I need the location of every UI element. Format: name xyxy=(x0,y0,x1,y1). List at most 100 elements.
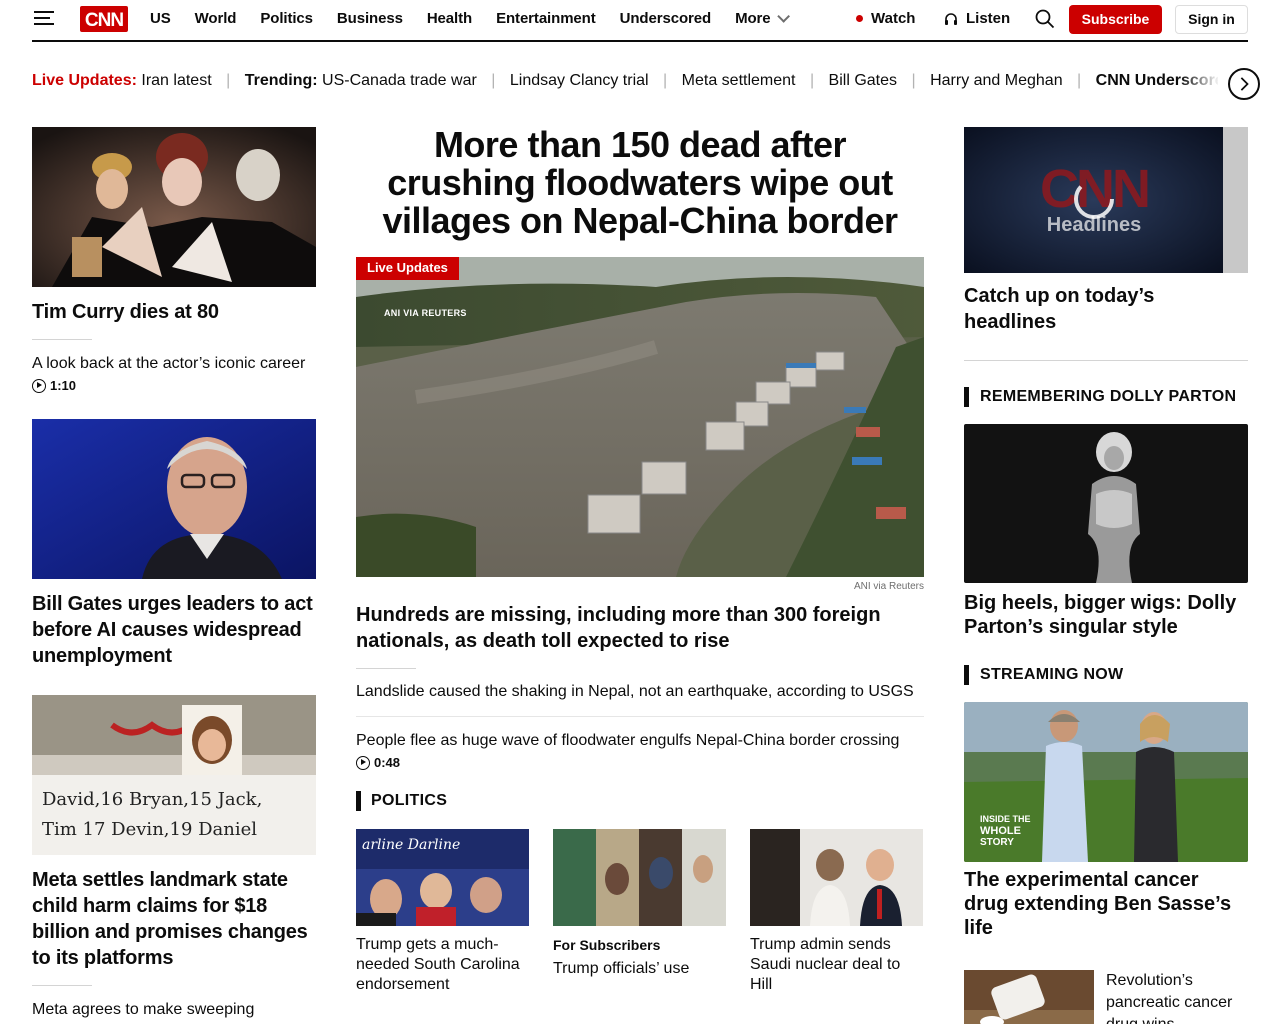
headphones-icon xyxy=(945,12,957,25)
play-icon xyxy=(356,755,370,770)
politics-card[interactable]: Trump admin sends Saudi nuclear deal to … xyxy=(750,829,923,995)
nav-item-politics[interactable]: Politics xyxy=(260,10,313,27)
image-credit-overlay: ANI VIA REUTERS xyxy=(384,308,467,318)
ticker-separator: | xyxy=(226,72,231,89)
section-label: STREAMING NOW xyxy=(980,666,1124,683)
ticker-separator: | xyxy=(1077,72,1082,89)
ticker-item[interactable]: Bill Gates xyxy=(829,72,897,89)
ticker-item[interactable]: Lindsay Clancy trial xyxy=(510,72,649,89)
section-label: REMEMBERING DOLLY PARTON xyxy=(980,388,1237,405)
bill-gates-headline[interactable]: Bill Gates urges leaders to act before A… xyxy=(32,591,316,669)
politics-section-title[interactable]: POLITICS xyxy=(356,791,924,811)
left-column: Tim Curry dies at 80 A look back at the … xyxy=(32,127,316,1021)
tim-curry-related[interactable]: A look back at the actor’s iconic career xyxy=(32,353,316,375)
politics-card[interactable]: For Subscribers Trump officials’ use xyxy=(553,829,726,995)
subscriber-kicker: For Subscribers xyxy=(553,937,661,953)
tim-curry-image[interactable] xyxy=(32,127,316,287)
politics-card-title[interactable]: Trump admin sends Saudi nuclear deal to … xyxy=(750,935,923,995)
nav-more-button[interactable]: More xyxy=(735,10,790,27)
nav-more-label: More xyxy=(735,10,771,27)
listen-link[interactable]: Listen xyxy=(944,10,1010,27)
politics-card-title[interactable]: Trump officials’ use xyxy=(553,959,726,979)
menu-icon[interactable] xyxy=(34,11,54,27)
ticker-separator: | xyxy=(911,72,916,89)
main-nav: US World Politics Business Health Entert… xyxy=(150,10,790,27)
ticker-separator: | xyxy=(809,72,815,89)
ticker-separator: | xyxy=(663,72,668,89)
meta-related[interactable]: Meta agrees to make sweeping xyxy=(32,999,316,1021)
section-bar xyxy=(356,791,361,811)
play-icon xyxy=(32,378,46,393)
duration-label: 0:48 xyxy=(374,755,401,770)
divider xyxy=(32,985,92,986)
center-column: More than 150 dead after crushing floodw… xyxy=(356,120,924,995)
duration-label: 1:10 xyxy=(50,378,77,393)
watch-label: Watch xyxy=(871,10,916,27)
politics-card-title[interactable]: Trump gets a much-needed South Carolina … xyxy=(356,935,529,995)
dolly-headline[interactable]: Big heels, bigger wigs: Dolly Parton’s s… xyxy=(964,591,1248,639)
divider xyxy=(356,668,416,669)
nav-item-world[interactable]: World xyxy=(195,10,237,27)
section-label: POLITICS xyxy=(371,792,448,809)
live-dot-icon xyxy=(856,15,863,22)
meta-headline[interactable]: Meta settles landmark state child harm c… xyxy=(32,867,316,971)
svg-text:STORY: STORY xyxy=(980,837,1014,848)
sign-in-button[interactable]: Sign in xyxy=(1175,5,1248,34)
video-duration: 0:48 xyxy=(356,755,924,770)
live-updates-label: Live Updates: xyxy=(32,72,137,89)
ben-sasse-headline[interactable]: The experimental cancer drug extending B… xyxy=(964,868,1248,940)
search-icon[interactable] xyxy=(1035,9,1055,29)
nepal-flood-image[interactable]: Live Updates ANI VIA REUTERS xyxy=(356,257,924,577)
svg-text:CNN: CNN xyxy=(85,10,123,31)
right-column: CNN Headlines Catch up on today’s headli… xyxy=(964,127,1248,1024)
dolly-section-title[interactable]: REMEMBERING DOLLY PARTON xyxy=(964,387,1248,407)
divider xyxy=(32,339,92,340)
nav-item-underscored[interactable]: Underscored xyxy=(620,10,712,27)
politics-cards: arline Darline Trump gets a much-needed … xyxy=(356,829,924,995)
dolly-parton-image[interactable] xyxy=(964,424,1248,583)
cnn-logo[interactable]: CNN xyxy=(80,6,128,32)
ticker-item[interactable]: Harry and Meghan xyxy=(930,72,1063,89)
live-updates-badge[interactable]: Live Updates xyxy=(356,257,459,280)
hero-subheadline[interactable]: Hundreds are missing, including more tha… xyxy=(356,602,924,654)
small-story-card[interactable]: Revolution’s pancreatic cancer drug wins xyxy=(964,970,1248,1024)
chevron-down-icon xyxy=(776,10,790,23)
headlines-video[interactable]: CNN Headlines xyxy=(964,127,1248,273)
meta-protest-image[interactable]: David,16 Bryan,15 Jack, Tim 17 Devin,19 … xyxy=(32,695,316,855)
politics-card[interactable]: arline Darline Trump gets a much-needed … xyxy=(356,829,529,995)
headlines-title[interactable]: Catch up on today’s headlines xyxy=(964,283,1248,335)
trending-bar: Live Updates: Iran latest | Trending: US… xyxy=(32,72,1218,96)
related-link-wave[interactable]: People flee as huge wave of floodwater e… xyxy=(356,730,924,752)
watch-link[interactable]: Watch xyxy=(856,10,915,27)
politics-card-image[interactable] xyxy=(750,829,923,926)
stream-badge-text: INSIDE THE xyxy=(980,814,1031,824)
tim-curry-headline[interactable]: Tim Curry dies at 80 xyxy=(32,299,316,325)
nav-item-health[interactable]: Health xyxy=(427,10,472,27)
section-bar xyxy=(964,665,969,685)
svg-text:arline Darline: arline Darline xyxy=(362,837,460,853)
ticker-separator: | xyxy=(491,72,496,89)
related-link-usgs[interactable]: Landslide caused the shaking in Nepal, n… xyxy=(356,681,924,703)
subscribe-button[interactable]: Subscribe xyxy=(1069,5,1162,34)
nav-item-business[interactable]: Business xyxy=(337,10,403,27)
image-credit: ANI via Reuters xyxy=(853,581,924,592)
politics-card-image[interactable]: arline Darline xyxy=(356,829,529,926)
ticker-item[interactable]: US-Canada trade war xyxy=(322,72,477,89)
trending-label: Trending: xyxy=(244,72,318,89)
politics-card-image[interactable] xyxy=(553,829,726,926)
small-story-title[interactable]: Revolution’s pancreatic cancer drug wins xyxy=(1106,970,1248,1024)
section-bar xyxy=(964,387,969,407)
ticker-item[interactable]: Meta settlement xyxy=(682,72,796,89)
ben-sasse-image[interactable]: INSIDE THE WHOLE STORY xyxy=(964,702,1248,862)
site-header: CNN US World Politics Business Health En… xyxy=(32,0,1248,42)
hero-headline[interactable]: More than 150 dead after crushing floodw… xyxy=(356,120,924,240)
ticker-live-item[interactable]: Iran latest xyxy=(141,72,211,89)
pill-bottle-image[interactable] xyxy=(964,970,1094,1024)
nav-item-us[interactable]: US xyxy=(150,10,171,27)
ticker-next-button[interactable] xyxy=(1228,68,1260,100)
streaming-section-title[interactable]: STREAMING NOW xyxy=(964,665,1248,685)
bill-gates-image[interactable] xyxy=(32,419,316,579)
nav-item-entertainment[interactable]: Entertainment xyxy=(496,10,596,27)
divider xyxy=(356,716,924,717)
svg-text:Tim 17 Devin,19 Daniel: Tim 17 Devin,19 Daniel xyxy=(42,819,257,840)
